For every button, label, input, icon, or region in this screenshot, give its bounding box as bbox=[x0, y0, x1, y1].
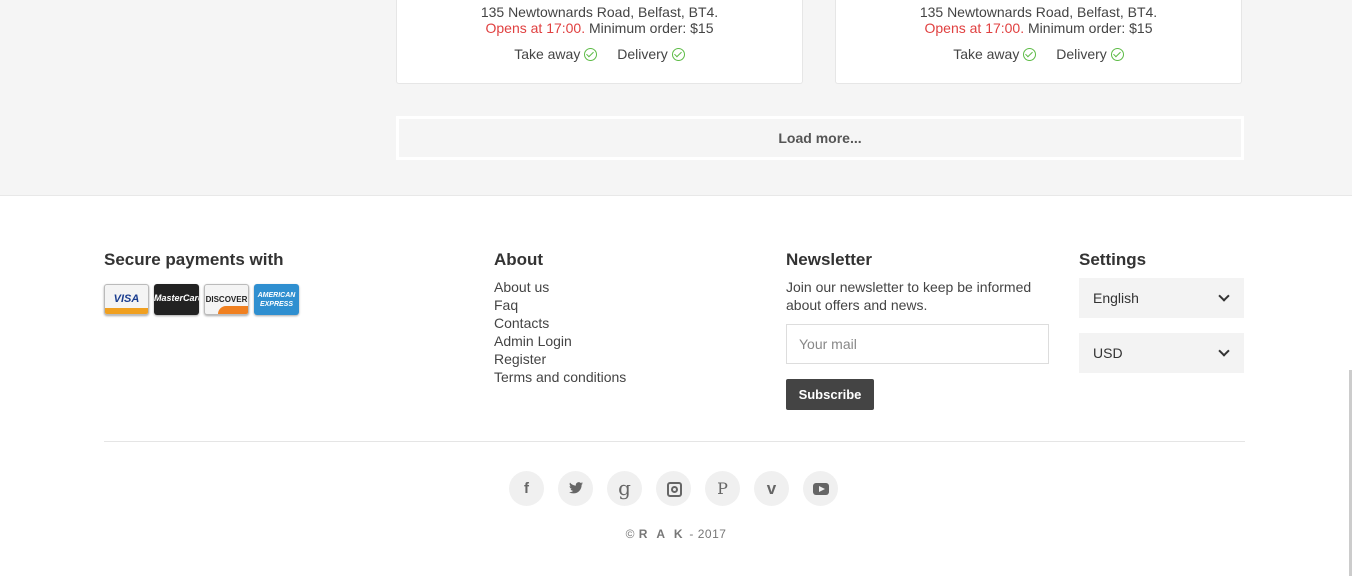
opening-time: Opens at 17:00. bbox=[485, 20, 586, 36]
payments-title: Secure payments with bbox=[104, 250, 284, 269]
visa-card-icon: VISA bbox=[104, 284, 149, 315]
amex-card-icon: AMERICAN EXPRESS bbox=[254, 284, 299, 315]
service-options: Take away Delivery bbox=[397, 46, 802, 62]
delivery-option: Delivery bbox=[617, 46, 685, 62]
vimeo-icon[interactable]: v bbox=[754, 471, 789, 506]
delivery-option: Delivery bbox=[1056, 46, 1124, 62]
newsletter-description: Join our newsletter to keep be informed … bbox=[786, 279, 1032, 313]
takeaway-label: Take away bbox=[953, 46, 1020, 62]
chevron-down-icon bbox=[1218, 290, 1230, 302]
delivery-label: Delivery bbox=[1056, 46, 1107, 62]
pinterest-icon[interactable]: P bbox=[705, 471, 740, 506]
twitter-icon[interactable] bbox=[558, 471, 593, 506]
faq-link[interactable]: Faq bbox=[494, 296, 626, 314]
language-select[interactable]: English bbox=[1079, 278, 1244, 318]
about-us-link[interactable]: About us bbox=[494, 278, 626, 296]
copyright-year: - 2017 bbox=[689, 527, 727, 541]
about-title: About bbox=[494, 250, 544, 269]
discover-card-icon: DISCOVER bbox=[204, 284, 249, 315]
admin-login-link[interactable]: Admin Login bbox=[494, 332, 626, 350]
youtube-icon[interactable] bbox=[803, 471, 838, 506]
copyright-symbol: © bbox=[625, 527, 635, 541]
google-plus-icon[interactable]: g bbox=[607, 471, 642, 506]
email-field[interactable] bbox=[786, 324, 1049, 364]
check-icon bbox=[1110, 48, 1124, 61]
restaurant-hours: Opens at 17:00. Minimum order: $15 bbox=[397, 19, 802, 37]
check-icon bbox=[584, 48, 598, 61]
terms-link[interactable]: Terms and conditions bbox=[494, 368, 626, 386]
register-link[interactable]: Register bbox=[494, 350, 626, 368]
about-links: About us Faq Contacts Admin Login Regist… bbox=[494, 278, 626, 386]
instagram-icon[interactable] bbox=[656, 471, 691, 506]
restaurant-card[interactable]: 135 Newtownards Road, Belfast, BT4. Open… bbox=[835, 0, 1242, 84]
facebook-icon[interactable]: f bbox=[509, 471, 544, 506]
copyright: © R A K - 2017 bbox=[0, 527, 1352, 541]
settings-title: Settings bbox=[1079, 250, 1147, 269]
copyright-brand: R A K bbox=[638, 527, 686, 541]
takeaway-option: Take away bbox=[953, 46, 1037, 62]
check-icon bbox=[1023, 48, 1037, 61]
restaurant-hours: Opens at 17:00. Minimum order: $15 bbox=[836, 19, 1241, 37]
social-links: f g Pv bbox=[509, 471, 852, 506]
takeaway-label: Take away bbox=[514, 46, 581, 62]
chevron-down-icon bbox=[1218, 345, 1230, 357]
check-icon bbox=[671, 48, 685, 61]
subscribe-button[interactable]: Subscribe bbox=[786, 379, 874, 410]
minimum-order: Minimum order: $15 bbox=[1028, 20, 1153, 36]
delivery-label: Delivery bbox=[617, 46, 668, 62]
listing-section: 135 Newtownards Road, Belfast, BT4. Open… bbox=[0, 0, 1352, 196]
takeaway-option: Take away bbox=[514, 46, 598, 62]
load-more-button[interactable]: Load more... bbox=[396, 116, 1244, 160]
restaurant-card[interactable]: 135 Newtownards Road, Belfast, BT4. Open… bbox=[396, 0, 803, 84]
minimum-order: Minimum order: $15 bbox=[589, 20, 714, 36]
footer-divider bbox=[104, 441, 1245, 442]
newsletter-title: Newsletter bbox=[786, 250, 872, 269]
mastercard-icon: MasterCard bbox=[154, 284, 199, 315]
currency-value: USD bbox=[1093, 345, 1123, 361]
currency-select[interactable]: USD bbox=[1079, 333, 1244, 373]
opening-time: Opens at 17:00. bbox=[924, 20, 1025, 36]
service-options: Take away Delivery bbox=[836, 46, 1241, 62]
contacts-link[interactable]: Contacts bbox=[494, 314, 626, 332]
payment-cards: VISA MasterCard DISCOVER AMERICAN EXPRESS bbox=[104, 284, 304, 315]
language-value: English bbox=[1093, 290, 1139, 306]
